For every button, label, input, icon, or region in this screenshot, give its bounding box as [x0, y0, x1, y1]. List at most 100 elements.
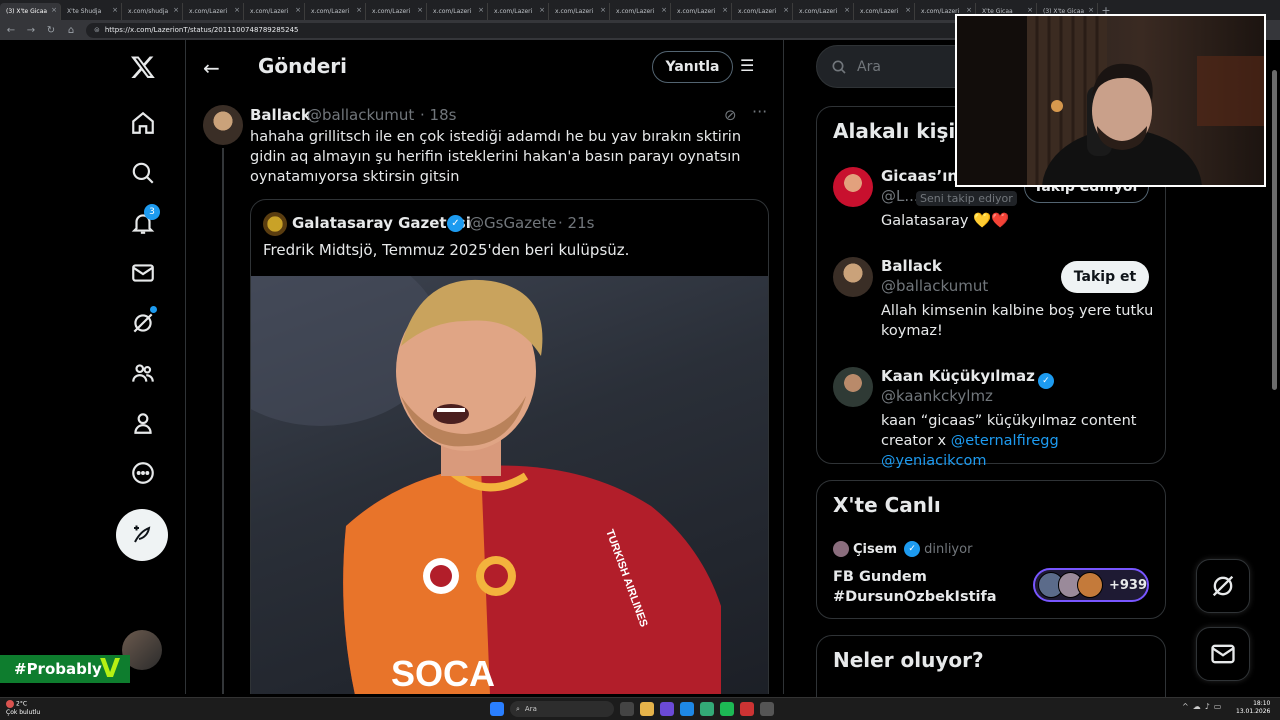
browser-tab[interactable]: x.com/Lazeri ×: [854, 3, 915, 20]
quoted-post[interactable]: Galatasaray Gazetesi ✓ @GsGazete · 21s F…: [250, 199, 769, 694]
listeners-pill[interactable]: +939: [1033, 568, 1149, 602]
space-title[interactable]: FB Gundem #DursunOzbekIstifa: [833, 567, 1033, 607]
person-name[interactable]: Kaan Küçükyılmaz ✓: [881, 367, 1054, 389]
scrollbar-thumb[interactable]: [1272, 70, 1277, 390]
webcam-overlay: [955, 14, 1266, 187]
person-name[interactable]: Ballack: [881, 257, 942, 275]
browser-tab[interactable]: x.com/Lazeri ×: [610, 3, 671, 20]
verified-badge-icon: ✓: [447, 215, 464, 232]
communities-icon[interactable]: [128, 358, 158, 388]
post-more-icon[interactable]: ···: [752, 102, 767, 121]
browser-tab[interactable]: x.com/Lazeri ×: [671, 3, 732, 20]
browser-tab[interactable]: x.com/Lazeri ×: [732, 3, 793, 20]
explore-search-icon[interactable]: [128, 158, 158, 188]
close-tab-icon[interactable]: ×: [173, 6, 179, 14]
back-nav-icon[interactable]: ←: [6, 25, 16, 36]
tab-title: x.com/Lazeri: [555, 8, 594, 15]
back-arrow-icon[interactable]: ←: [203, 56, 220, 80]
browser-tab[interactable]: x.com/Lazeri ×: [183, 3, 244, 20]
close-tab-icon[interactable]: ×: [112, 6, 118, 14]
stream-overlay-badge: #Probably V: [0, 655, 130, 683]
close-tab-icon[interactable]: ×: [661, 6, 667, 14]
close-tab-icon[interactable]: ×: [600, 6, 606, 14]
browser-tab[interactable]: x.com/Lazeri ×: [549, 3, 610, 20]
related-person-3[interactable]: Kaan Küçükyılmaz ✓ @kaankckylmz kaan “gic…: [833, 367, 1153, 469]
close-tab-icon[interactable]: ×: [966, 6, 972, 14]
close-tab-icon[interactable]: ×: [51, 6, 57, 14]
sliders-icon[interactable]: ☰: [740, 56, 754, 75]
messages-floating-button[interactable]: [1196, 627, 1250, 681]
person-avatar[interactable]: [833, 367, 873, 407]
file-explorer-icon[interactable]: [640, 702, 654, 716]
reply-author-name[interactable]: Ballack: [250, 106, 311, 124]
close-tab-icon[interactable]: ×: [478, 6, 484, 14]
follow-button[interactable]: Takip et: [1061, 261, 1149, 293]
grok-floating-button[interactable]: [1196, 559, 1250, 613]
browser-tab[interactable]: x.com/shudja ×: [122, 3, 183, 20]
close-tab-icon[interactable]: ×: [417, 6, 423, 14]
close-tab-icon[interactable]: ×: [722, 6, 728, 14]
reply-timestamp[interactable]: · 18s: [420, 106, 456, 124]
grok-explain-icon[interactable]: ⊘: [724, 106, 737, 124]
reply-button[interactable]: Yanıtla: [652, 51, 733, 83]
weather-widget[interactable]: 2°C Çok bulutlu: [6, 700, 40, 717]
app-icon[interactable]: [740, 702, 754, 716]
browser-tab[interactable]: x.com/Lazeri ×: [793, 3, 854, 20]
taskbar-search[interactable]: ⌕ Ara: [510, 701, 614, 717]
close-tab-icon[interactable]: ×: [783, 6, 789, 14]
person-avatar[interactable]: [833, 167, 873, 207]
host-name: Çisem: [853, 541, 898, 557]
task-view-icon[interactable]: [620, 702, 634, 716]
reply-author-handle[interactable]: @ballackumut: [307, 106, 414, 124]
browser-tab[interactable]: x.com/Lazeri ×: [488, 3, 549, 20]
clock-date: 13.01.2026: [1236, 708, 1271, 715]
reload-icon[interactable]: ↻: [46, 25, 56, 36]
close-tab-icon[interactable]: ×: [1088, 6, 1094, 14]
browser-tab[interactable]: x.com/Lazeri ×: [305, 3, 366, 20]
close-tab-icon[interactable]: ×: [844, 6, 850, 14]
reply-author-avatar[interactable]: [203, 105, 243, 145]
app-icon[interactable]: [660, 702, 674, 716]
person-name-text: Kaan Küçükyılmaz: [881, 367, 1035, 385]
close-tab-icon[interactable]: ×: [295, 6, 301, 14]
close-tab-icon[interactable]: ×: [1027, 6, 1033, 14]
reply-text: hahaha grillitsch ile en çok istediği ad…: [250, 129, 742, 185]
close-tab-icon[interactable]: ×: [905, 6, 911, 14]
trends-title: Neler oluyor?: [833, 648, 984, 672]
system-tray-icons[interactable]: ^☁♪▭: [1182, 702, 1225, 711]
related-person-2[interactable]: Ballack @ballackumut Takip et Allah kims…: [833, 257, 1153, 347]
browser-tab[interactable]: (3) X'te Gicaa ×: [0, 3, 61, 20]
home-nav-icon[interactable]: [128, 108, 158, 138]
notifications-bell-icon[interactable]: 3: [128, 204, 160, 238]
x-logo-icon[interactable]: [128, 52, 158, 82]
host-state: dinliyor: [924, 541, 973, 557]
browser-tab[interactable]: x.com/Lazeri ×: [244, 3, 305, 20]
app-icon[interactable]: [700, 702, 714, 716]
quoted-photo[interactable]: SOCA TURKISH AIRLINES: [251, 276, 768, 694]
taskbar-clock[interactable]: 18:10 13.01.2026: [1236, 700, 1270, 716]
browser-tab[interactable]: X'te Shudja ×: [61, 3, 122, 20]
person-avatar[interactable]: [833, 257, 873, 297]
grok-icon[interactable]: [128, 306, 158, 338]
browser-tab[interactable]: x.com/Lazeri ×: [427, 3, 488, 20]
close-tab-icon[interactable]: ×: [234, 6, 240, 14]
obs-icon[interactable]: [760, 702, 774, 716]
address-bar[interactable]: ⊜ https://x.com/LazerionT/status/2011100…: [86, 22, 986, 38]
tab-title: x.com/Lazeri: [921, 8, 960, 15]
windows-start-icon[interactable]: [490, 702, 504, 716]
close-tab-icon[interactable]: ×: [356, 6, 362, 14]
spotify-icon[interactable]: [720, 702, 734, 716]
home-icon[interactable]: ⌂: [66, 25, 76, 36]
forward-nav-icon[interactable]: →: [26, 25, 36, 36]
more-options-icon[interactable]: [128, 458, 158, 488]
bio-mention-link[interactable]: @yeniacikcom: [881, 453, 986, 469]
page-scrollbar[interactable]: [1270, 40, 1280, 694]
profile-person-icon[interactable]: [128, 408, 158, 438]
close-tab-icon[interactable]: ×: [539, 6, 545, 14]
edge-browser-icon[interactable]: [680, 702, 694, 716]
messages-envelope-icon[interactable]: [128, 258, 158, 288]
site-info-icon[interactable]: ⊜: [94, 26, 100, 34]
compose-post-button[interactable]: [116, 509, 168, 561]
browser-tab[interactable]: x.com/Lazeri ×: [366, 3, 427, 20]
bio-mention-link[interactable]: @eternalfiregg: [951, 433, 1059, 449]
